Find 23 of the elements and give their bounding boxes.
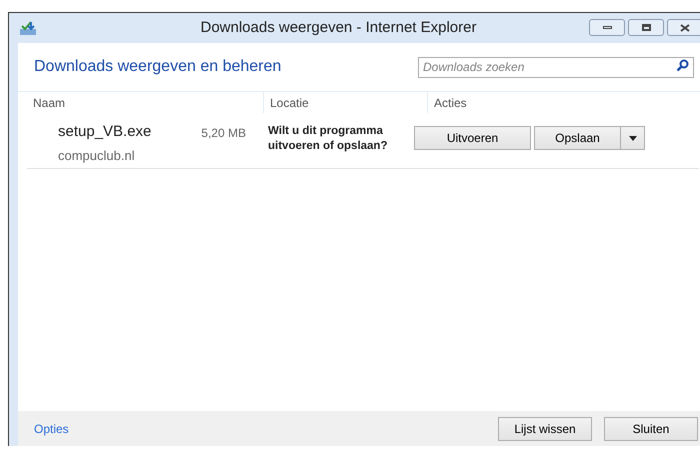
page-heading: Downloads weergeven en beheren <box>34 57 282 77</box>
column-header[interactable]: Naam <box>33 94 66 112</box>
search-field[interactable]: Downloads zoeken <box>418 56 694 78</box>
search-icon <box>676 59 689 72</box>
footer-button[interactable]: Sluiten <box>604 416 698 440</box>
save-options-button[interactable] <box>621 126 645 150</box>
download-icon <box>19 20 37 36</box>
close-button[interactable] <box>667 19 700 36</box>
footer-button[interactable]: Lijst wissen <box>498 416 592 440</box>
window-title: Downloads weergeven - Internet Explorer <box>200 18 476 38</box>
prompt-message: Wilt u dit programma uitvoeren of opslaan? <box>267 124 388 154</box>
file-source: compuclub.nl <box>58 146 136 165</box>
save-button[interactable]: Opslaan <box>534 126 621 150</box>
file-size: 5,20 MB <box>201 125 246 142</box>
column-header[interactable]: Locatie <box>270 94 309 112</box>
caret-icon <box>628 136 636 140</box>
file-name: setup_VB.exe <box>58 122 152 142</box>
close-icon <box>680 24 690 32</box>
run-button[interactable]: Uitvoeren <box>414 126 531 150</box>
column-header[interactable]: Acties <box>434 94 467 112</box>
minimize-button[interactable] <box>589 19 625 36</box>
maximize-button[interactable] <box>628 19 664 36</box>
options-link[interactable]: Opties <box>34 420 69 438</box>
